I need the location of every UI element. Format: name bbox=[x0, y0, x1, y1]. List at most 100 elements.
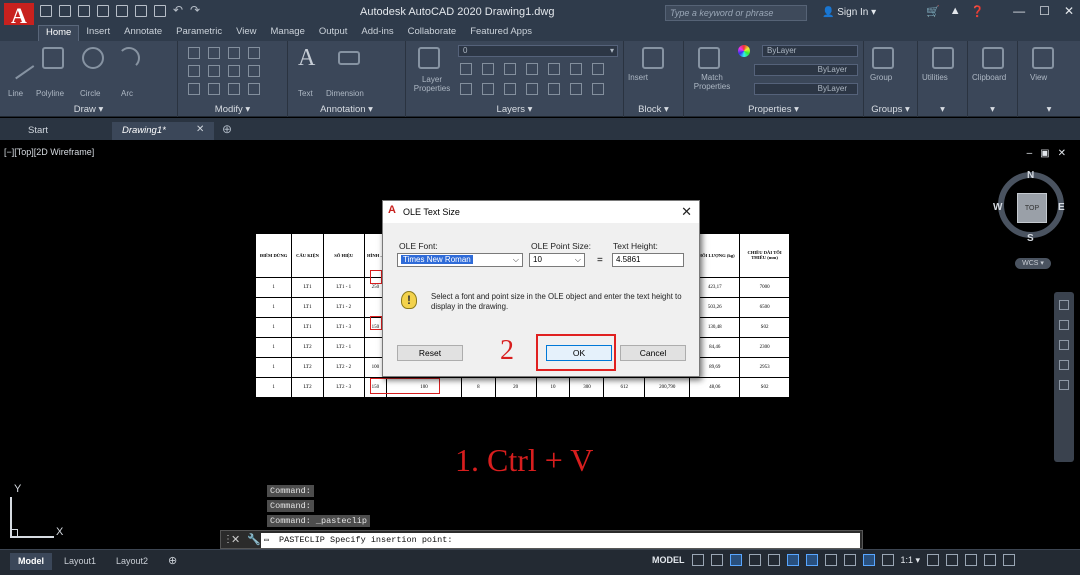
close-tab-icon[interactable]: ✕ bbox=[196, 124, 204, 135]
sign-in-link[interactable]: 👤 Sign In ▾ bbox=[822, 7, 876, 18]
tab-home[interactable]: Home bbox=[38, 25, 80, 41]
layer-tool-icon[interactable] bbox=[482, 63, 494, 75]
clipboard-icon[interactable] bbox=[982, 47, 1004, 69]
tab-annotate[interactable]: Annotate bbox=[117, 25, 169, 41]
compass-east[interactable]: E bbox=[1058, 202, 1065, 213]
insert-tool-label[interactable]: Insert bbox=[628, 73, 648, 82]
clipboard-label[interactable]: Clipboard bbox=[972, 73, 1006, 82]
match-properties-icon[interactable] bbox=[698, 47, 720, 69]
open-icon[interactable] bbox=[59, 5, 71, 17]
arc-tool-label[interactable]: Arc bbox=[121, 89, 133, 98]
layer-properties-icon[interactable] bbox=[418, 47, 440, 69]
orbit-icon[interactable] bbox=[1059, 360, 1069, 370]
showmotion-icon[interactable] bbox=[1059, 380, 1069, 390]
close-window-icon[interactable]: ✕ bbox=[1064, 4, 1074, 18]
layer-tool-icon[interactable] bbox=[526, 83, 538, 95]
erase-icon[interactable] bbox=[248, 47, 260, 59]
maximize-icon[interactable]: ☐ bbox=[1039, 4, 1050, 18]
viewport-controls[interactable]: [−][Top][2D Wireframe] bbox=[4, 147, 94, 157]
layout1-tab[interactable]: Layout1 bbox=[56, 553, 104, 570]
redo-icon[interactable]: ↷ bbox=[190, 4, 200, 17]
wcs-menu[interactable]: WCS ▾ bbox=[1015, 258, 1051, 269]
transparency-icon[interactable] bbox=[843, 554, 856, 566]
annotation-panel-label[interactable]: Annotation ▾ bbox=[288, 104, 405, 115]
circle-tool-label[interactable]: Circle bbox=[80, 89, 100, 98]
dialog-title-bar[interactable]: A OLE Text Size ✕ bbox=[383, 201, 699, 223]
view-icon[interactable] bbox=[1032, 47, 1054, 69]
mirror-icon[interactable] bbox=[208, 65, 220, 77]
layer-tool-icon[interactable] bbox=[460, 63, 472, 75]
autodesk-app-icon[interactable]: ▲ bbox=[950, 5, 961, 18]
lineweight-icon[interactable] bbox=[824, 554, 837, 566]
groups-panel-label[interactable]: Groups ▾ bbox=[864, 104, 917, 115]
line-icon[interactable] bbox=[3, 48, 35, 80]
insert-icon[interactable] bbox=[642, 47, 664, 69]
copy-icon[interactable] bbox=[188, 65, 200, 77]
offset-icon[interactable] bbox=[248, 83, 260, 95]
group-icon[interactable] bbox=[872, 47, 894, 69]
layer-tool-icon[interactable] bbox=[548, 83, 560, 95]
ole-point-size-select[interactable]: 10 ⌵ bbox=[529, 253, 585, 267]
tab-manage[interactable]: Manage bbox=[264, 25, 312, 41]
linetype-dropdown[interactable]: ByLayer bbox=[754, 64, 858, 76]
circle-icon[interactable] bbox=[82, 47, 104, 69]
tab-collaborate[interactable]: Collaborate bbox=[401, 25, 464, 41]
model-space-button[interactable]: MODEL bbox=[652, 555, 685, 565]
auto-scale-icon[interactable] bbox=[881, 554, 894, 566]
grid-icon[interactable] bbox=[691, 554, 704, 566]
command-input[interactable]: ▭ PASTECLIP Specify insertion point: bbox=[261, 533, 860, 548]
mobile-icon[interactable] bbox=[135, 5, 147, 17]
new-icon[interactable] bbox=[40, 5, 52, 17]
calculator-icon[interactable] bbox=[932, 47, 954, 69]
rotate-icon[interactable] bbox=[208, 47, 220, 59]
new-layout-icon[interactable]: ⊕ bbox=[168, 554, 177, 567]
reset-button[interactable]: Reset bbox=[397, 345, 463, 361]
match-properties-label[interactable]: Match Properties bbox=[690, 73, 734, 91]
tab-view[interactable]: View bbox=[229, 25, 263, 41]
text-tool-label[interactable]: Text bbox=[298, 89, 313, 98]
tab-insert[interactable]: Insert bbox=[79, 25, 117, 41]
text-icon[interactable]: A bbox=[298, 45, 315, 72]
view-label[interactable]: View bbox=[1030, 73, 1047, 82]
layer-tool-icon[interactable] bbox=[548, 63, 560, 75]
tab-output[interactable]: Output bbox=[312, 25, 355, 41]
draw-panel-label[interactable]: Draw ▾ bbox=[0, 104, 177, 115]
viewcube-top-face[interactable]: TOP bbox=[1017, 193, 1047, 223]
layer-tool-icon[interactable] bbox=[482, 83, 494, 95]
move-icon[interactable] bbox=[188, 47, 200, 59]
isodraft-icon[interactable] bbox=[767, 554, 780, 566]
customize-icon[interactable]: 🔧 bbox=[247, 533, 261, 546]
isolate-objects-icon[interactable] bbox=[965, 554, 978, 566]
annotation-visibility-icon[interactable] bbox=[862, 554, 875, 566]
layout2-tab[interactable]: Layout2 bbox=[108, 553, 156, 570]
layer-tool-icon[interactable] bbox=[570, 83, 582, 95]
layer-tool-icon[interactable] bbox=[504, 63, 516, 75]
gear-icon[interactable] bbox=[927, 554, 940, 566]
text-height-input[interactable]: 4.5861 bbox=[612, 253, 684, 267]
dimension-icon[interactable] bbox=[338, 51, 360, 65]
compass-south[interactable]: S bbox=[1027, 233, 1034, 244]
explode-icon[interactable] bbox=[248, 65, 260, 77]
layer-properties-label[interactable]: Layer Properties bbox=[412, 75, 452, 93]
tab-parametric[interactable]: Parametric bbox=[169, 25, 229, 41]
modify-panel-label[interactable]: Modify ▾ bbox=[178, 104, 287, 115]
close-command-line-icon[interactable]: ✕ bbox=[231, 533, 240, 546]
zoom-icon[interactable] bbox=[1059, 340, 1069, 350]
dimension-tool-label[interactable]: Dimension bbox=[326, 89, 364, 98]
save-icon[interactable] bbox=[78, 5, 90, 17]
undo-icon[interactable]: ↶ bbox=[173, 4, 183, 17]
color-dropdown[interactable]: ByLayer bbox=[762, 45, 858, 57]
properties-panel-label[interactable]: Properties ▾ bbox=[684, 104, 863, 115]
layer-tool-icon[interactable] bbox=[570, 63, 582, 75]
polyline-icon[interactable] bbox=[42, 47, 64, 69]
line-tool-label[interactable]: Line bbox=[8, 89, 23, 98]
ole-font-select[interactable]: Times New Roman ⌵ bbox=[397, 253, 523, 267]
help-icon[interactable]: ❓ bbox=[971, 5, 985, 18]
lineweight-dropdown[interactable]: ByLayer bbox=[754, 83, 858, 95]
plus-icon[interactable] bbox=[946, 554, 959, 566]
pan-icon[interactable] bbox=[1059, 320, 1069, 330]
viewport-close-icon[interactable]: ✕ bbox=[1058, 148, 1066, 159]
compass-west[interactable]: W bbox=[993, 202, 1002, 213]
block-panel-label[interactable]: Block ▾ bbox=[624, 104, 683, 115]
layer-tool-icon[interactable] bbox=[460, 83, 472, 95]
